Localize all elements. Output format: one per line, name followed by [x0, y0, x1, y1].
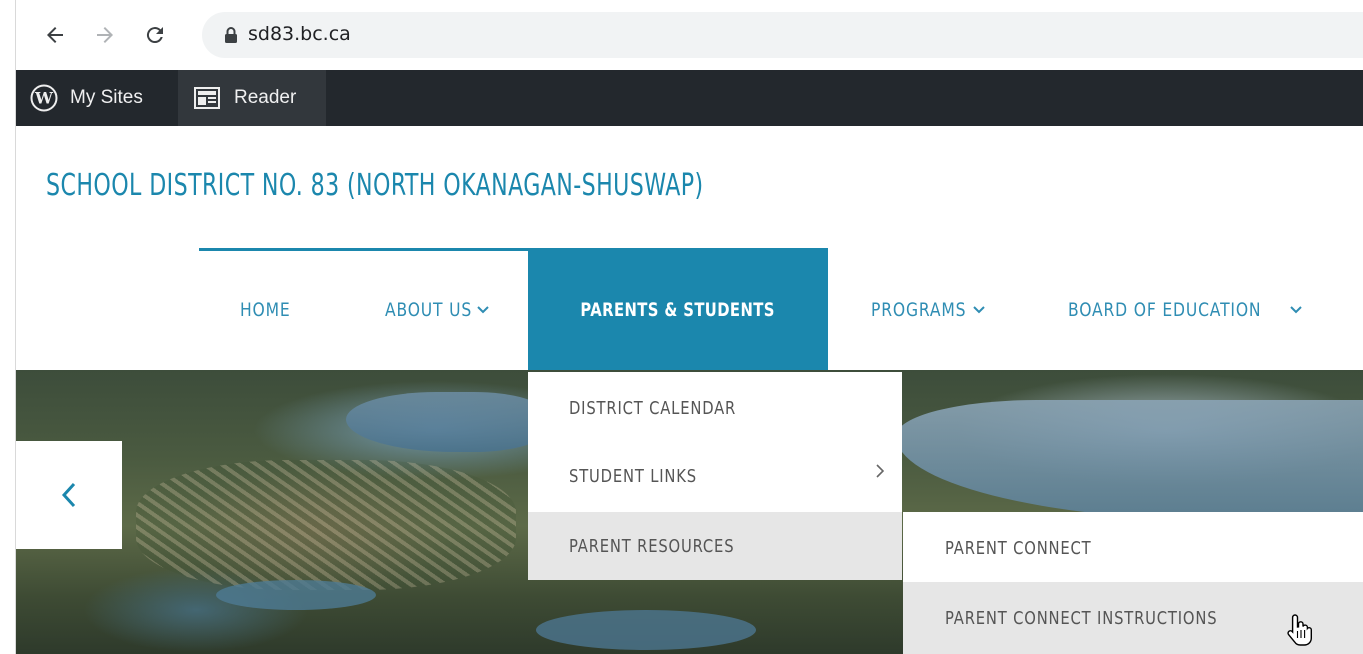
submenu-item-parent-connect[interactable]: PARENT CONNECT: [903, 514, 1363, 582]
hero-lake: [346, 392, 546, 452]
dropdown-item-label: PARENT RESOURCES: [569, 535, 735, 557]
wordpress-icon: W: [30, 84, 58, 112]
lock-icon: [225, 27, 237, 43]
nav-item-label: PARENTS & STUDENTS: [580, 299, 776, 321]
svg-text:W: W: [34, 89, 54, 108]
hero-river: [536, 610, 756, 650]
nav-item-parents-students[interactable]: PARENTS & STUDENTS: [528, 250, 828, 370]
chevron-right-icon: [876, 464, 884, 478]
nav-item-label: ABOUT US: [385, 299, 473, 321]
arrow-right-icon: [97, 27, 113, 43]
hero-river: [216, 580, 376, 610]
nav-item-label: HOME: [240, 299, 291, 321]
submenu-item-label: PARENT CONNECT INSTRUCTIONS: [945, 607, 1218, 629]
my-sites-button[interactable]: W My Sites: [30, 70, 143, 126]
reload-icon: [146, 27, 163, 44]
dropdown-item-student-links[interactable]: STUDENT LINKS: [528, 442, 902, 510]
forward-button[interactable]: [92, 22, 118, 48]
arrow-left-icon: [47, 27, 63, 43]
site-title[interactable]: SCHOOL DISTRICT NO. 83 (NORTH OKANAGAN-S…: [46, 168, 704, 203]
reader-icon: [194, 87, 220, 109]
nav-item-about-us[interactable]: ABOUT US: [385, 250, 489, 370]
dropdown-item-district-calendar[interactable]: DISTRICT CALENDAR: [528, 374, 902, 442]
nav-item-board-of-education[interactable]: BOARD OF EDUCATION: [1068, 250, 1302, 370]
chevron-down-icon: [477, 306, 489, 314]
nav-item-home[interactable]: HOME: [240, 250, 302, 370]
chevron-left-icon: [61, 482, 76, 508]
reader-label: Reader: [234, 87, 297, 108]
nav-item-label: BOARD OF EDUCATION: [1068, 299, 1262, 321]
browser-toolbar: sd83.bc.ca: [16, 0, 1363, 70]
url-text: sd83.bc.ca: [248, 23, 351, 45]
hero-lake: [896, 400, 1363, 520]
reload-button[interactable]: [142, 22, 168, 48]
hand-pointer-icon: [1287, 614, 1312, 646]
chevron-down-icon: [973, 306, 985, 314]
back-button[interactable]: [42, 22, 68, 48]
submenu-item-label: PARENT CONNECT: [945, 537, 1092, 559]
parents-students-dropdown: DISTRICT CALENDAR STUDENT LINKS PARENT R…: [528, 372, 902, 580]
dropdown-item-parent-resources[interactable]: PARENT RESOURCES: [528, 512, 902, 580]
background-page-edge: [0, 0, 16, 654]
wp-admin-bar: W My Sites Reader: [16, 70, 1363, 126]
nav-item-programs[interactable]: PROGRAMS: [871, 250, 985, 370]
nav-item-label: PROGRAMS: [871, 299, 967, 321]
main-navigation: HOME ABOUT US PARENTS & STUDENTS PROGRAM…: [16, 250, 1363, 370]
my-sites-label: My Sites: [70, 87, 143, 108]
hero-town: [136, 460, 516, 590]
dropdown-item-label: DISTRICT CALENDAR: [569, 397, 737, 419]
chevron-down-icon: [1290, 306, 1302, 314]
address-bar[interactable]: sd83.bc.ca: [202, 12, 1363, 58]
dropdown-item-label: STUDENT LINKS: [569, 465, 697, 487]
reader-button[interactable]: Reader: [178, 70, 326, 126]
slider-prev-button[interactable]: [16, 441, 122, 549]
